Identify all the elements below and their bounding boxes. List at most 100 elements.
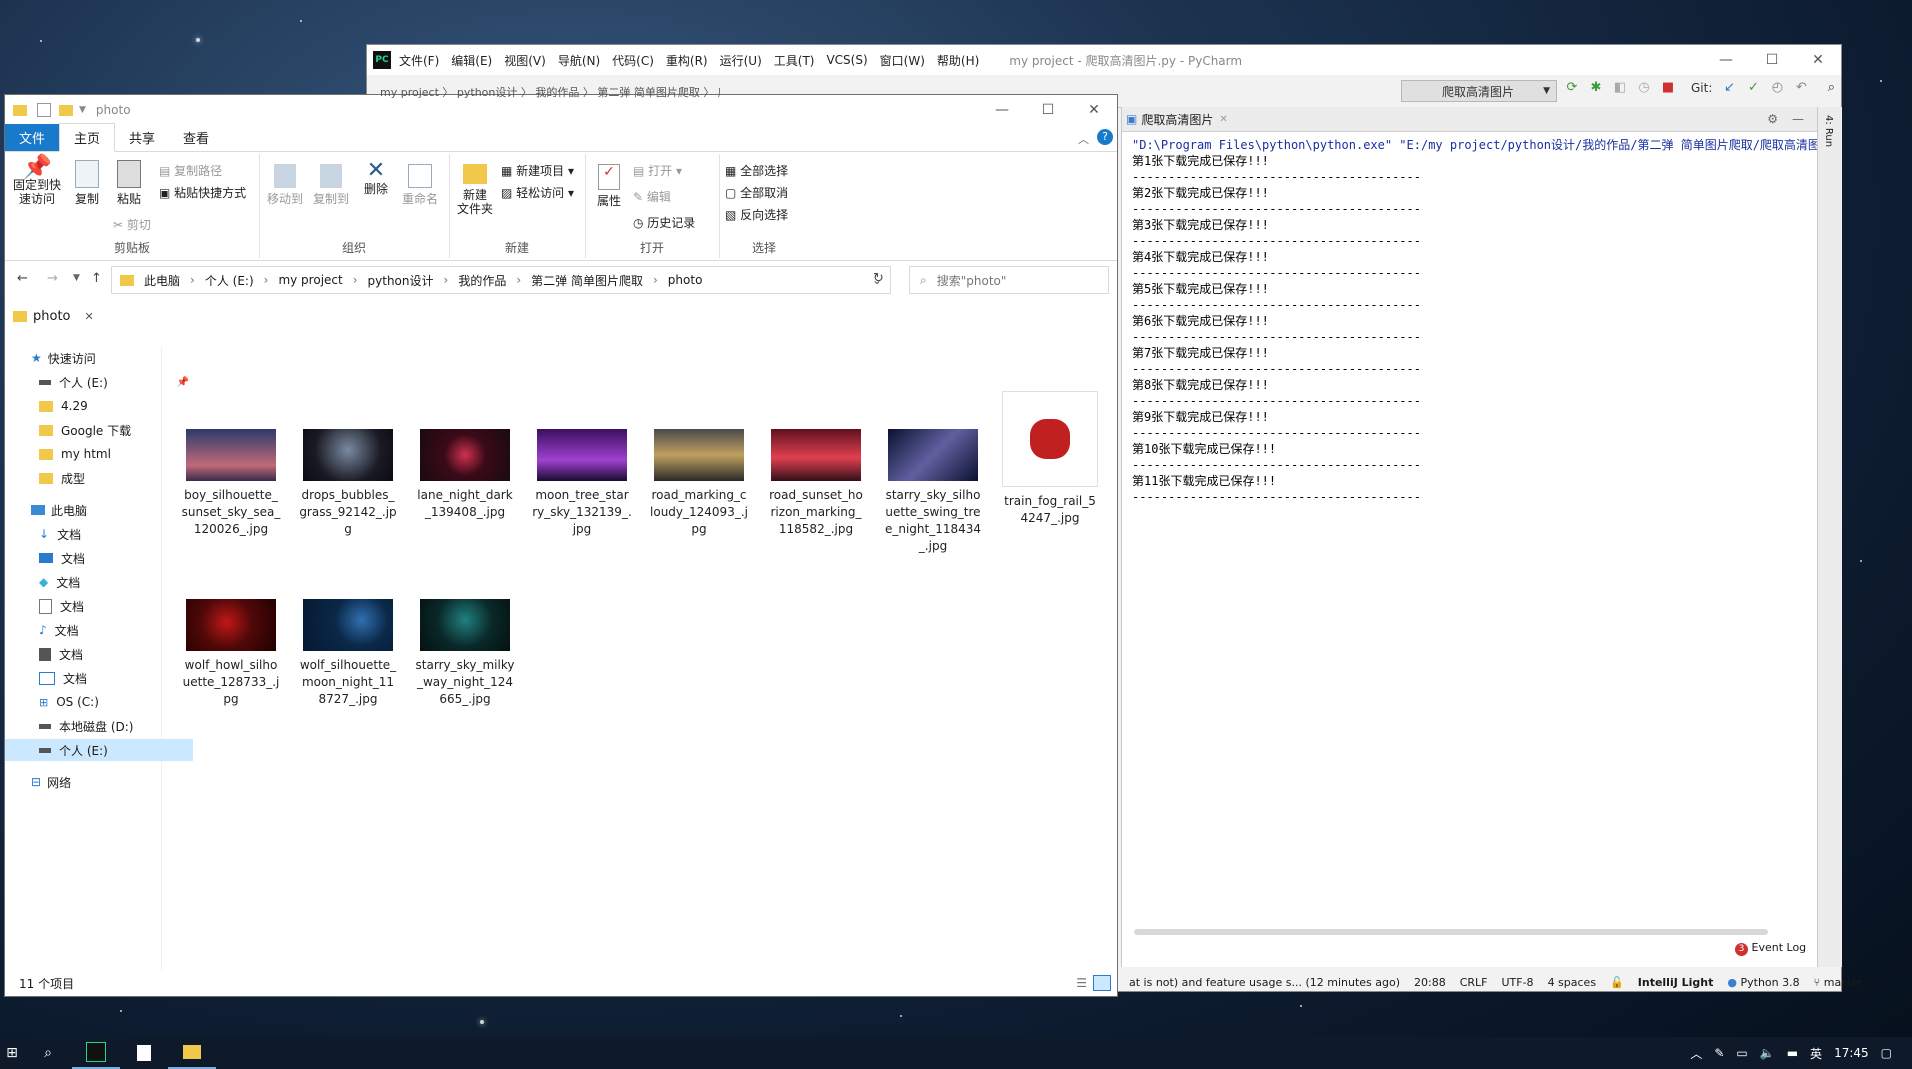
coverage-icon[interactable]: ◧ [1613,81,1627,95]
rename-button[interactable]: 重命名 [399,164,441,206]
file-item[interactable]: starry_sky_milky _way_night_124 665_.jpg [413,599,517,708]
maximize-button[interactable]: ☐ [1749,45,1795,75]
caret-position[interactable]: 20:88 [1414,976,1446,989]
folder-tab[interactable]: photo ✕ [13,305,94,327]
volume-icon[interactable]: 🔈 [1760,1046,1775,1060]
delete-button[interactable]: ✕ 删除 [359,160,393,197]
run-tab[interactable]: 爬取高清图片 [1141,111,1213,128]
breadcrumb-crawler[interactable]: 第二弹 简单图片爬取 [531,272,643,289]
search-button[interactable]: ⌕ [24,1037,72,1069]
menu-view[interactable]: 视图(V) [504,52,546,69]
history-button[interactable]: ◷ 历史记录 [633,214,695,231]
menu-refactor[interactable]: 重构(R) [666,52,708,69]
close-tab-icon[interactable]: ✕ [1219,114,1227,125]
menu-edit[interactable]: 编辑(E) [451,52,492,69]
help-icon[interactable]: ? [1097,129,1113,145]
edit-button[interactable]: ✎ 编辑 [633,188,671,205]
breadcrumb[interactable]: my project 〉 python设计 〉 我的作品 〉 第二弹 简单图片爬… [380,84,720,100]
new-folder-quick-icon[interactable] [59,104,73,116]
show-hidden-icons-icon[interactable]: ︿ [1690,1045,1702,1062]
rerun-icon[interactable]: ⟳ [1565,81,1579,95]
file-item[interactable]: boy_silhouette_ sunset_sky_sea_ 120026_.… [179,429,283,538]
forward-icon[interactable]: → [47,271,58,286]
menu-window[interactable]: 窗口(W) [880,52,925,69]
pen-icon[interactable]: ✎ [1714,1046,1724,1060]
event-log-button[interactable]: 3 Event Log [1735,941,1806,956]
battery-icon[interactable]: ▬ [1787,1046,1798,1060]
new-item-button[interactable]: ▦ 新建项目 ▾ [501,162,574,179]
breadcrumb-my-works[interactable]: 我的作品 [458,272,506,289]
nav-this-pc[interactable]: 此电脑 [5,499,185,521]
search-icon[interactable]: ⌕ [1824,81,1838,95]
ribbon-collapse-icon[interactable]: ︿ [1078,131,1089,147]
notifications-icon[interactable]: ▢ [1881,1046,1892,1060]
back-icon[interactable]: ← [17,271,28,286]
minimize-button[interactable]: — [979,95,1025,125]
breadcrumb-this-pc[interactable]: 此电脑 [144,272,180,289]
breadcrumb-python-design[interactable]: python设计 [368,272,434,289]
menu-run[interactable]: 运行(U) [720,52,762,69]
hide-panel-icon[interactable]: — [1792,112,1804,126]
stop-icon[interactable]: ■ [1661,81,1675,95]
easy-access-button[interactable]: ▨ 轻松访问 ▾ [501,184,574,201]
file-item[interactable]: wolf_howl_silho uette_128733_.j pg [179,599,283,708]
start-button[interactable]: ⊞ [0,1037,24,1069]
paste-shortcut-button[interactable]: ▣ 粘贴快捷方式 [159,184,246,201]
minimize-button[interactable]: — [1703,45,1749,75]
line-separator[interactable]: CRLF [1460,976,1488,989]
breadcrumb-my-project[interactable]: my project [278,273,342,287]
copy-button[interactable]: 复制 [69,160,105,206]
tab-file[interactable]: 文件 [5,124,60,151]
search-box[interactable]: ⌕ 搜索"photo" [909,266,1109,294]
horizontal-scrollbar[interactable] [1134,929,1768,935]
menu-code[interactable]: 代码(C) [612,52,654,69]
properties-quick-icon[interactable] [37,103,51,117]
menu-help[interactable]: 帮助(H) [937,52,979,69]
qat-dropdown-icon[interactable]: ▼ [79,105,86,115]
close-button[interactable]: ✕ [1071,95,1117,125]
address-bar[interactable]: 此电脑 › 个人 (E:) › my project › python设计 › 我的作品… [111,266,891,294]
open-button[interactable]: ▤ 打开 ▾ [633,162,682,179]
input-method[interactable]: 英 [1810,1045,1822,1062]
pycharm-taskbar-button[interactable] [72,1037,120,1069]
file-item[interactable]: starry_sky_silho uette_swing_tre e_night… [881,429,985,555]
notes-taskbar-button[interactable] [120,1037,168,1069]
tab-share[interactable]: 共享 [115,124,169,151]
console-output[interactable]: "D:\Program Files\python\python.exe" "E:… [1122,131,1818,937]
run-side-tab[interactable]: 4: Run [1823,115,1834,147]
refresh-icon[interactable]: ↻ [873,271,884,286]
invert-selection-button[interactable]: ▧ 反向选择 [725,206,788,223]
file-item[interactable]: wolf_silhouette_ moon_night_11 8727_.jpg [296,599,400,708]
git-commit-icon[interactable]: ✓ [1746,81,1760,95]
file-item[interactable]: road_marking_c loudy_124093_.j pg [647,429,751,538]
select-none-button[interactable]: ▢ 全部取消 [725,184,788,201]
new-folder-button[interactable]: 新建 文件夹 [455,164,495,216]
indent-setting[interactable]: 4 spaces [1548,976,1597,989]
file-item[interactable]: moon_tree_star ry_sky_132139_. jpg [530,429,634,538]
copy-path-button[interactable]: ▤ 复制路径 [159,162,222,179]
nav-quick-access[interactable]: ★ 快速访问 [5,347,185,369]
cut-button[interactable]: ✂ 剪切 [113,216,151,233]
maximize-button[interactable]: ☐ [1025,95,1071,125]
close-icon[interactable]: ✕ [85,310,94,323]
properties-button[interactable]: ✓ 属性 [591,164,627,208]
tab-home[interactable]: 主页 [59,123,116,152]
file-item[interactable]: road_sunset_ho rizon_marking_ 118582_.jp… [764,429,868,538]
menu-file[interactable]: 文件(F) [399,52,439,69]
recent-dropdown-icon[interactable]: ▼ [73,273,80,283]
menu-vcs[interactable]: VCS(S) [826,53,867,67]
details-view-icon[interactable]: ☰ [1076,976,1087,990]
file-encoding[interactable]: UTF-8 [1501,976,1533,989]
theme-label[interactable]: IntelliJ Light [1638,976,1714,989]
git-history-icon[interactable]: ◴ [1770,81,1784,95]
git-branch[interactable]: ⑂ master [1814,976,1863,989]
interpreter[interactable]: ● Python 3.8 [1727,976,1799,989]
clock[interactable]: 17:45 [1834,1046,1869,1060]
profile-icon[interactable]: ◷ [1637,81,1651,95]
file-item[interactable]: lane_night_dark _139408_.jpg [413,429,517,521]
file-item[interactable]: drops_bubbles_ grass_92142_.jp g [296,429,400,538]
breadcrumb-photo[interactable]: photo [668,273,703,287]
settings-gear-icon[interactable]: ⚙ [1767,112,1778,126]
lock-icon[interactable]: 🔓 [1610,976,1624,989]
menu-navigate[interactable]: 导航(N) [558,52,600,69]
